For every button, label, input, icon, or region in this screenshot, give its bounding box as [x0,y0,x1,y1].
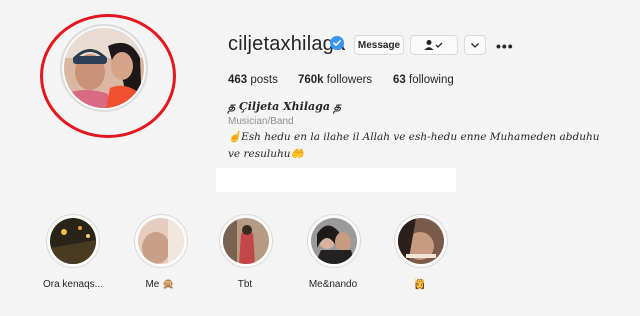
highlight-1-label: Ora kenaqs... [42,279,104,290]
highlight-4[interactable] [307,214,361,268]
bio-line-1: ☝️Esh hedu en la ilahe il Allah ve esh-h… [228,131,600,143]
followers-count: 760k [298,74,324,86]
category-label: Musician/Band [228,116,294,127]
highlight-3[interactable] [219,214,273,268]
highlight-4-thumbnail [311,218,357,264]
redacted-area [216,168,456,192]
posts-label: posts [250,74,278,86]
followers-stat[interactable]: 760k followers [298,74,372,86]
highlight-2-label: Me 🙊 [145,279,175,290]
highlight-1-thumbnail [50,218,96,264]
followers-label: followers [326,74,373,86]
highlight-5-label: 👸 [413,279,427,290]
following-count: 63 [393,74,406,86]
highlight-2[interactable] [134,214,188,268]
posts-stat[interactable]: 463 posts [228,74,278,86]
chevron-down-icon [471,43,479,48]
highlight-5-thumbnail [398,218,444,264]
annotation-circle [40,14,176,138]
more-options-button[interactable]: ••• [496,38,514,54]
bio-line-2: ve resuluhu🤲 [228,148,304,160]
highlight-5[interactable] [394,214,448,268]
highlight-3-thumbnail [223,218,269,264]
highlight-4-label: Me&nando [308,279,358,290]
suggested-dropdown-button[interactable] [464,35,486,55]
full-name: த Çiljeta Xhilaga த [228,100,341,113]
posts-count: 463 [228,74,248,86]
highlight-3-label: Tbt [237,279,253,290]
highlight-1[interactable] [46,214,100,268]
following-label: following [409,74,454,86]
highlight-2-thumbnail [138,218,184,264]
verified-badge-icon [330,36,344,50]
person-check-icon [424,40,443,50]
username: ciljetaxhilaga [228,33,346,55]
following-stat[interactable]: 63 following [393,74,454,86]
following-button[interactable] [410,35,458,55]
message-button[interactable]: Message [354,35,404,55]
